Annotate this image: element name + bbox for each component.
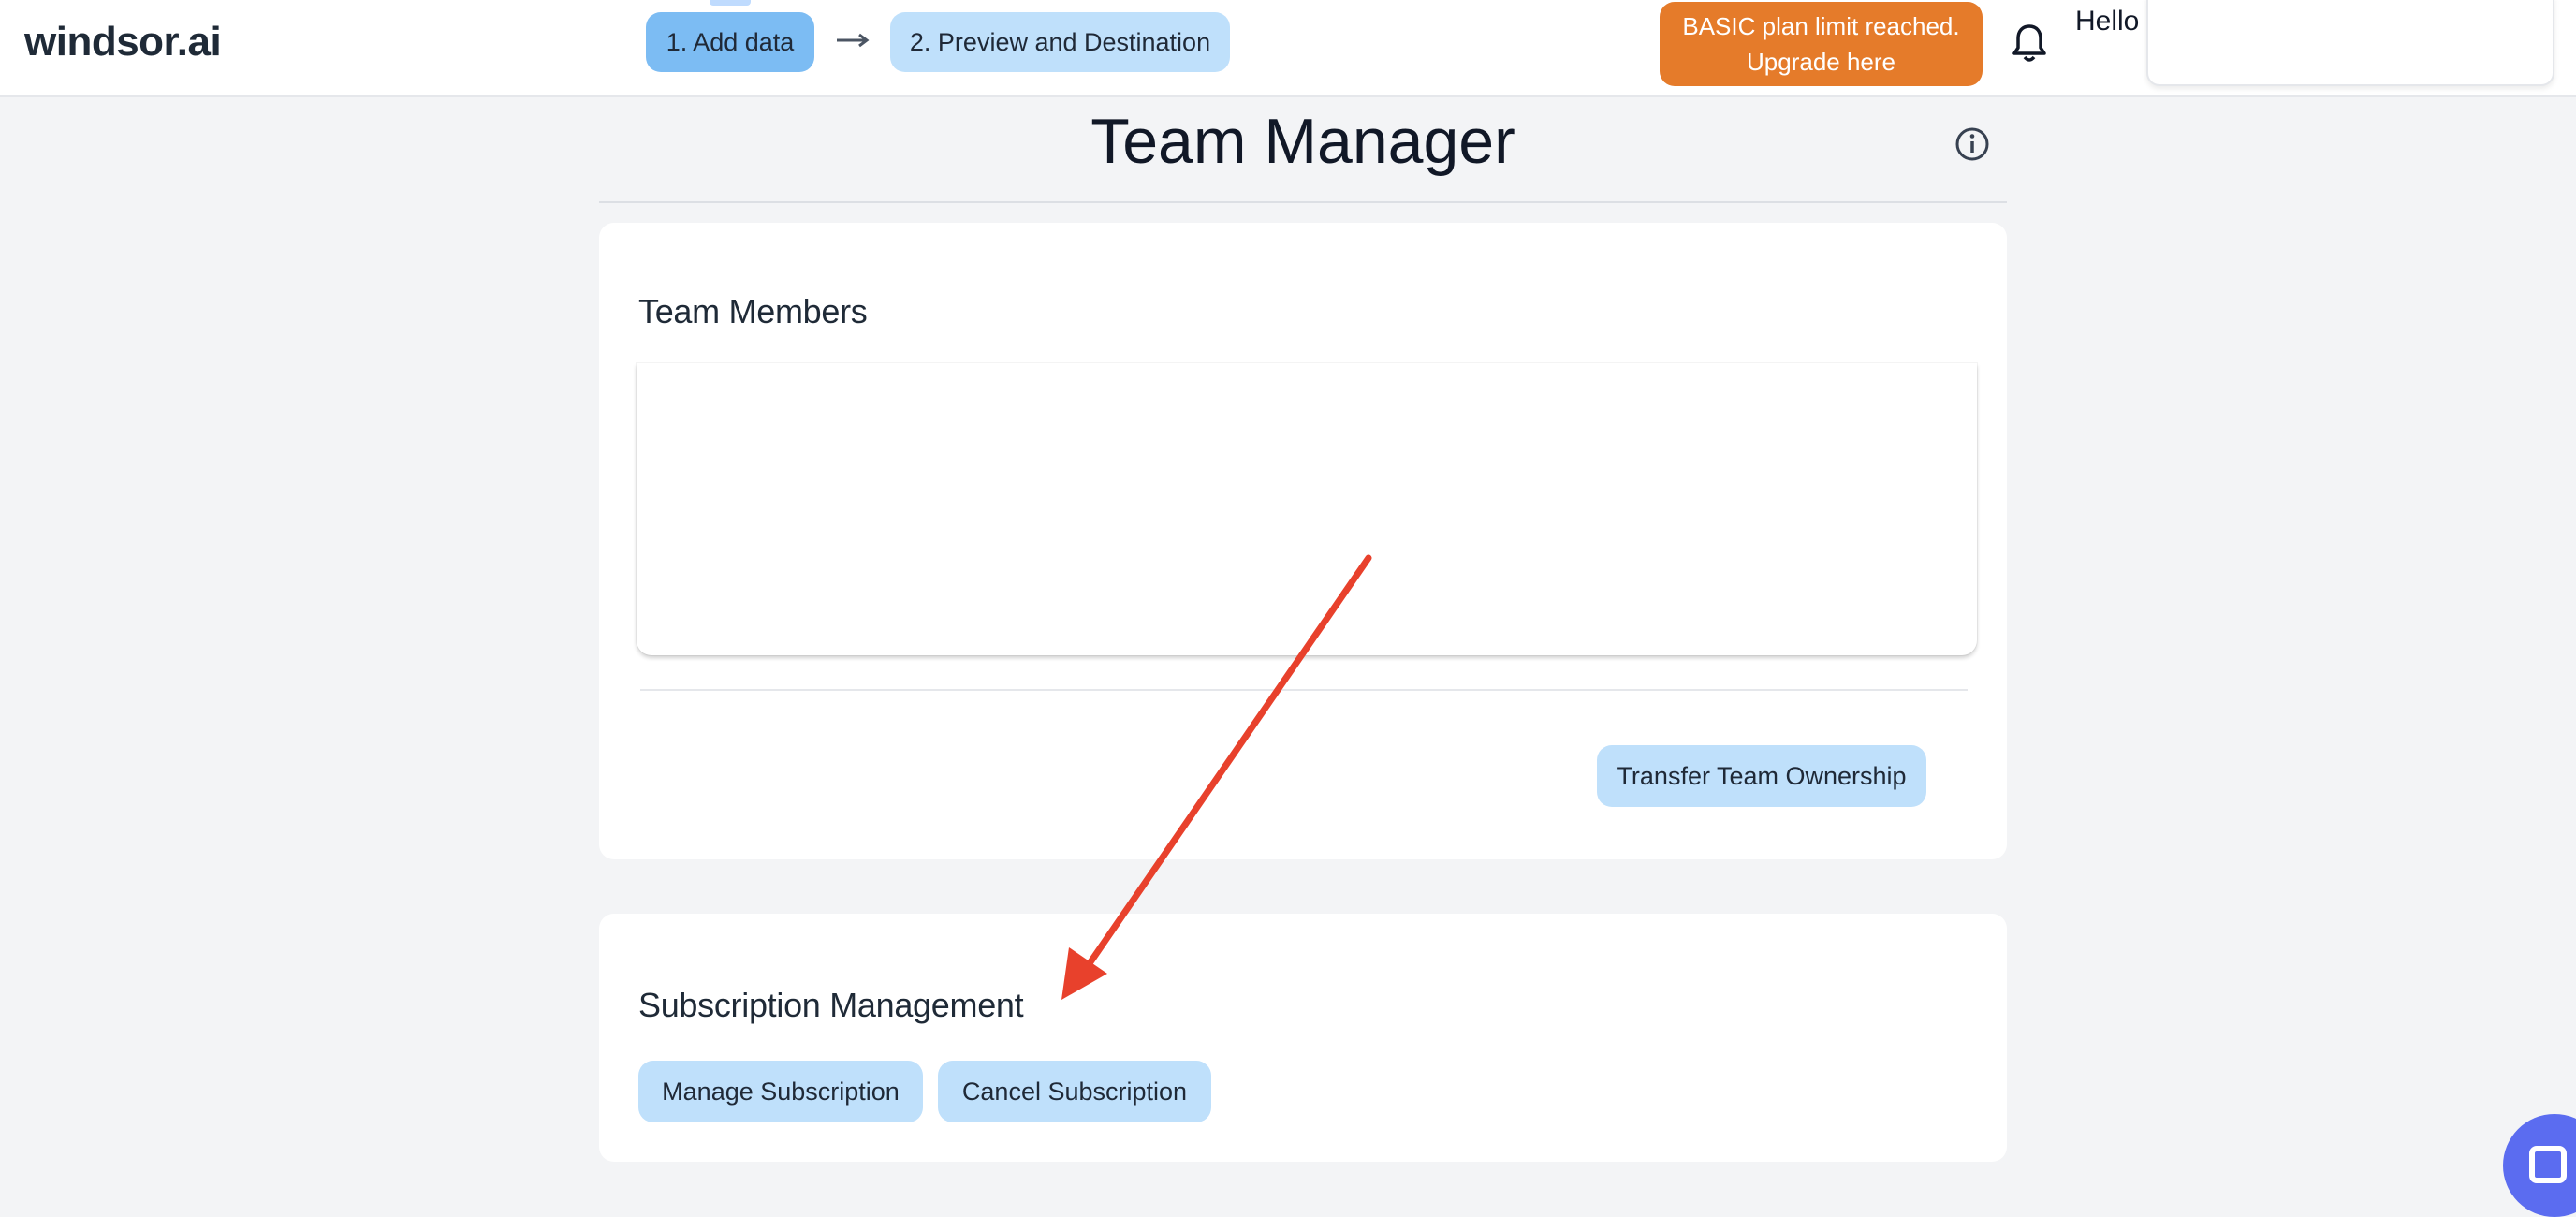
subscription-management-card: Subscription Management Manage Subscript… xyxy=(599,914,2007,1162)
upgrade-line-2: Upgrade here xyxy=(1747,48,1895,76)
active-step-indicator xyxy=(710,0,751,6)
chat-icon xyxy=(2529,1146,2567,1183)
info-icon[interactable] xyxy=(1954,125,1991,163)
manage-subscription-button[interactable]: Manage Subscription xyxy=(638,1061,923,1122)
upgrade-line-1: BASIC plan limit reached. xyxy=(1682,12,1960,40)
cancel-subscription-button[interactable]: Cancel Subscription xyxy=(938,1061,1211,1122)
page-title: Team Manager xyxy=(1090,106,1515,177)
bell-icon[interactable] xyxy=(2011,22,2048,64)
transfer-team-ownership-button[interactable]: Transfer Team Ownership xyxy=(1597,745,1926,807)
logo[interactable]: windsor.ai xyxy=(24,19,222,66)
greeting-text: Hello xyxy=(2075,6,2140,37)
subscription-heading: Subscription Management xyxy=(638,986,1024,1024)
team-members-list[interactable] xyxy=(637,363,1977,655)
team-members-heading: Team Members xyxy=(638,292,868,330)
team-members-divider xyxy=(640,689,1968,691)
step-add-data-button[interactable]: 1. Add data xyxy=(646,12,814,72)
step-preview-destination-button[interactable]: 2. Preview and Destination xyxy=(890,12,1230,72)
title-divider xyxy=(599,201,2007,203)
upgrade-plan-button[interactable]: BASIC plan limit reached. Upgrade here xyxy=(1660,2,1983,86)
user-menu-dropdown[interactable] xyxy=(2146,0,2554,86)
team-members-card: Team Members Transfer Team Ownership xyxy=(599,223,2007,859)
chat-widget-button[interactable] xyxy=(2503,1114,2576,1217)
arrow-right-icon xyxy=(833,17,874,64)
